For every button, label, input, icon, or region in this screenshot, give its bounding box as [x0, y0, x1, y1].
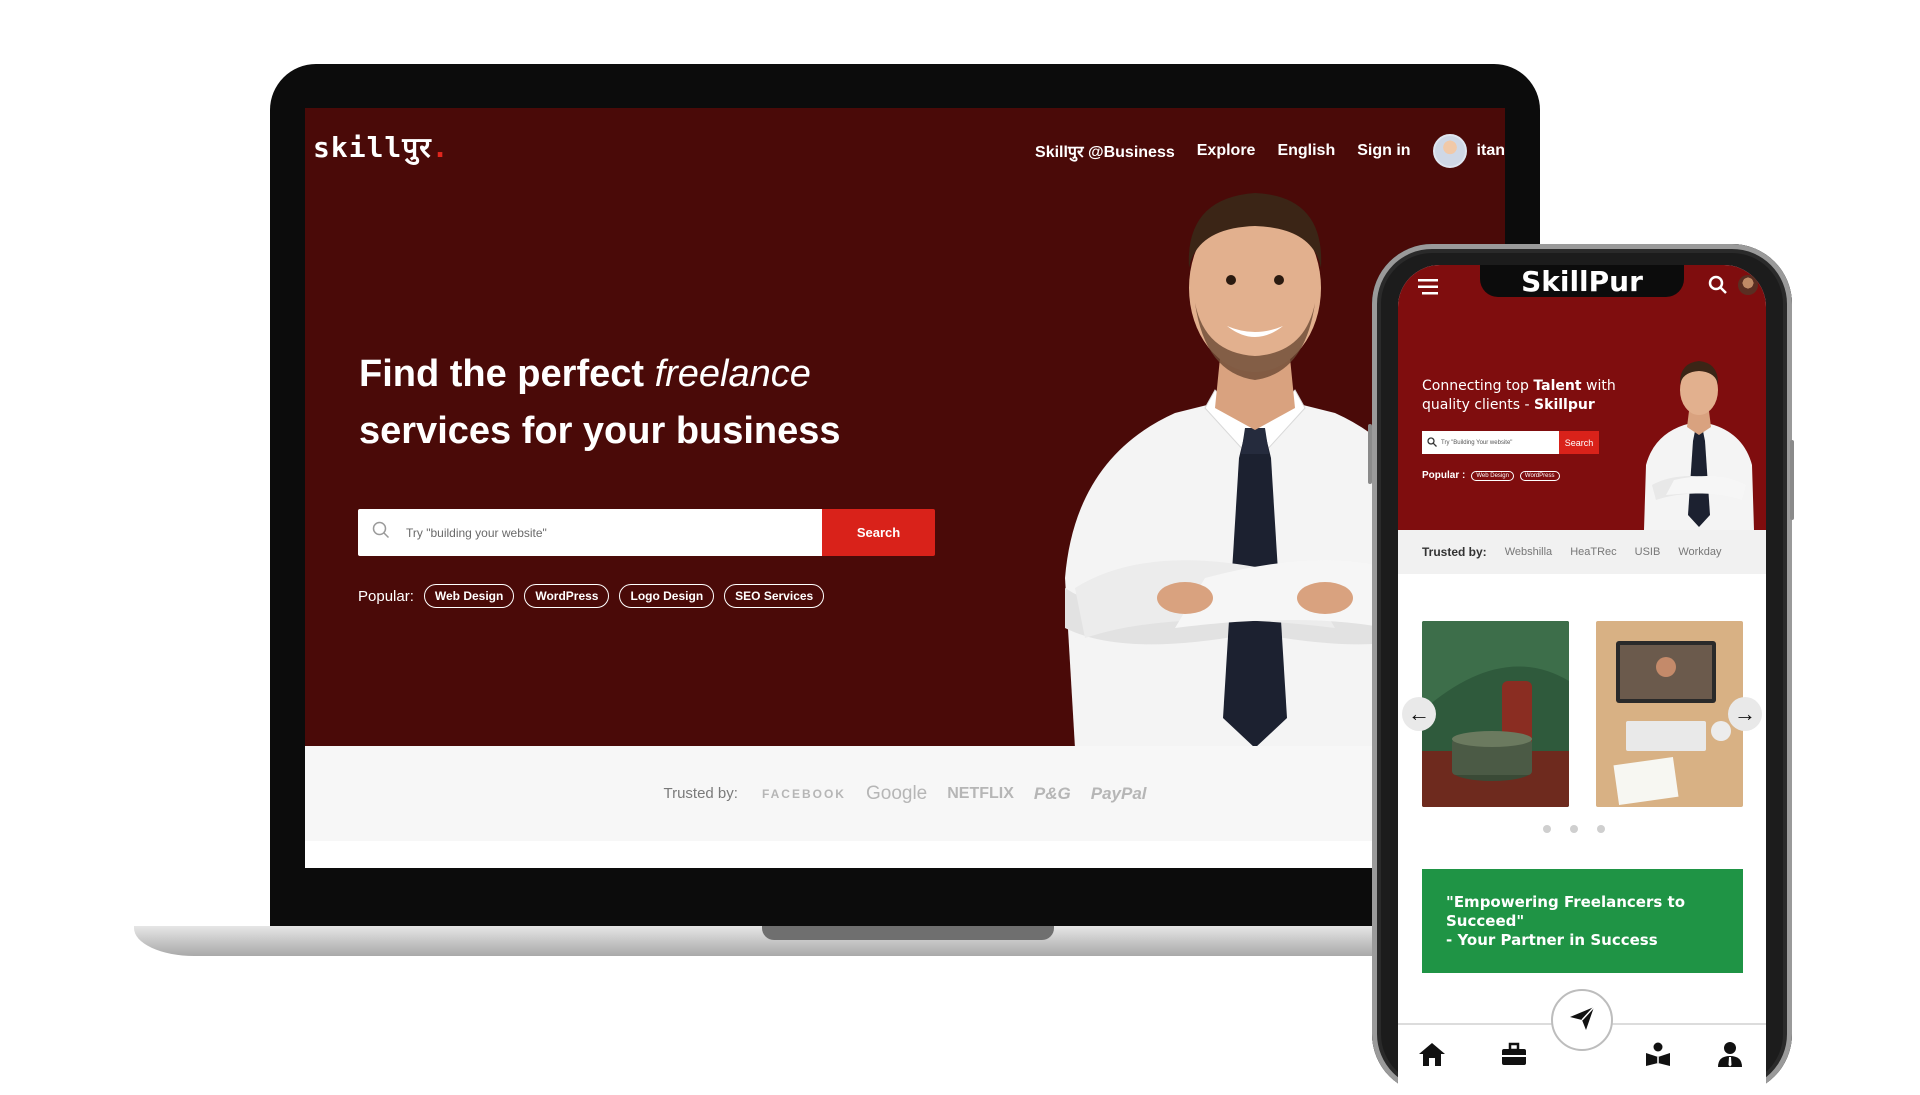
phone-volume-button [1368, 424, 1372, 484]
phone-search-placeholder: Try "Building Your website" [1441, 439, 1513, 446]
headline-part1: Find the perfect [359, 353, 655, 395]
phone-hero-businessman-image [1644, 361, 1754, 530]
phone-trusted-strip: Trusted by: Webshilla HeaTRec USIB Workd… [1398, 530, 1766, 574]
popular-tags: Popular: Web Design WordPress Logo Desig… [358, 584, 825, 608]
phone-screen: SkillPur Connecting top Talent with qual… [1398, 265, 1766, 1095]
hero-line1-bold: Talent [1533, 378, 1582, 394]
popular-tag[interactable]: Web Design [423, 584, 515, 608]
phone-app-title: SkillPur [1521, 265, 1643, 298]
trusted-by-strip: Trusted by: FACEBOOK Google NETFLIX P&G … [305, 746, 1505, 841]
carousel-dot[interactable] [1597, 825, 1605, 833]
logo-dot: . [431, 131, 450, 164]
trusted-label: Trusted by: [663, 785, 738, 802]
brand-name: Webshilla [1504, 546, 1553, 558]
hero-section: skillपुर. Skillपुर @Business Explore Eng… [305, 108, 1505, 746]
arrow-left-icon: ← [1408, 701, 1430, 726]
popular-label: Popular : [1422, 470, 1466, 481]
phone-notch: SkillPur [1480, 265, 1684, 298]
popular-tag[interactable]: SEO Services [724, 584, 825, 608]
arrow-right-icon: → [1734, 701, 1756, 726]
brand-logo: P&G [1033, 783, 1071, 803]
carousel-next-button[interactable]: → [1728, 697, 1762, 731]
popular-tag[interactable]: Web Design [1471, 470, 1514, 481]
promo-banner: "Empowering Freelancers to Succeed" - Yo… [1422, 869, 1743, 973]
reader-icon[interactable] [1644, 1041, 1672, 1072]
search-bar: Search [358, 509, 935, 556]
laptop-notch [762, 926, 1054, 940]
logo-text: skillपुर [313, 131, 432, 164]
headline-italic: freelance [654, 353, 811, 395]
user-avatar[interactable] [1738, 275, 1758, 295]
carousel-dot[interactable] [1543, 825, 1551, 833]
hero-line2-bold: Skillpur [1534, 397, 1595, 413]
brand-name: HeaTRec [1570, 546, 1617, 558]
phone-search-field[interactable]: Try "Building Your website" [1422, 431, 1559, 454]
carousel-card-product[interactable] [1422, 621, 1569, 807]
brand-logo: NETFLIX [947, 784, 1014, 802]
phone-search-button[interactable]: Search [1559, 431, 1599, 454]
popular-tag[interactable]: Logo Design [619, 584, 715, 608]
headline-line2: services for your business [359, 410, 841, 452]
brand-logo: FACEBOOK [761, 786, 846, 801]
popular-label: Popular: [358, 587, 414, 605]
phone-search-bar: Try "Building Your website" Search [1422, 431, 1599, 454]
phone-hero-text: Connecting top Talent with quality clien… [1422, 377, 1642, 415]
carousel-dots [1543, 825, 1605, 833]
home-icon[interactable] [1418, 1041, 1446, 1072]
brand-logo: PayPal [1090, 783, 1147, 803]
carousel-dot[interactable] [1570, 825, 1578, 833]
hero-line1-pre: Connecting top [1422, 378, 1534, 394]
user-icon[interactable] [1716, 1041, 1744, 1072]
banner-line1: "Empowering Freelancers to Succeed" [1446, 892, 1686, 930]
brand-name: USIB [1634, 546, 1661, 558]
popular-tag[interactable]: WordPress [1519, 470, 1560, 481]
search-icon [1427, 436, 1437, 449]
search-input[interactable] [404, 524, 738, 541]
brand-logo: Google [865, 782, 928, 804]
hero-headline: Find the perfect freelance services for … [359, 346, 841, 460]
search-field [358, 509, 822, 556]
site-logo[interactable]: skillपुर. [313, 128, 450, 166]
trusted-label: Trusted by: [1422, 545, 1487, 559]
laptop-screen: skillपुर. Skillपुर @Business Explore Eng… [305, 108, 1505, 868]
carousel-card-workspace[interactable] [1596, 621, 1743, 807]
carousel-prev-button[interactable]: ← [1402, 697, 1436, 731]
popular-tag[interactable]: WordPress [524, 584, 610, 608]
hero-line2-pre: quality clients - [1422, 397, 1535, 413]
briefcase-icon[interactable] [1500, 1041, 1528, 1072]
send-icon [1568, 1004, 1596, 1037]
search-button[interactable]: Search [822, 509, 935, 556]
search-icon[interactable] [1708, 275, 1728, 300]
phone-power-button [1790, 440, 1794, 520]
banner-line2: - Your Partner in Success [1446, 930, 1658, 949]
phone-popular-tags: Popular : Web Design WordPress [1422, 470, 1560, 481]
search-icon [372, 521, 390, 544]
phone-header: SkillPur Connecting top Talent with qual… [1398, 265, 1766, 530]
send-button[interactable] [1551, 989, 1613, 1051]
hero-line1-post: with [1581, 378, 1616, 394]
menu-icon[interactable] [1418, 277, 1438, 302]
brand-name: Workday [1678, 546, 1722, 558]
